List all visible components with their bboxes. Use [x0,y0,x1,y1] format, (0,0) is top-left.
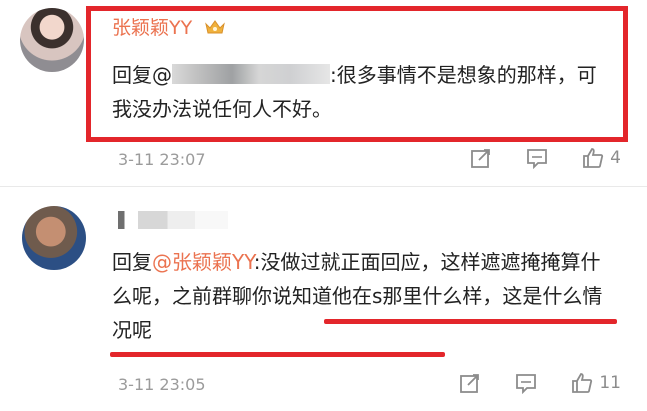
like-count: 11 [599,373,621,393]
mention-link[interactable]: @张颖颖YY [152,250,254,274]
underlined-text: 之前群聊你说知道他在s那里什么样，这是什么情况呢 [112,284,603,342]
comment-icon[interactable] [526,147,548,169]
share-icon[interactable] [470,147,492,169]
highlight-box [86,6,628,142]
avatar[interactable] [22,206,86,270]
like-icon[interactable] [571,372,593,394]
comment-actions: 4 [436,147,621,169]
comment-actions: 11 [425,372,621,394]
like-count: 4 [610,148,621,168]
highlight-underline [110,352,445,357]
comment-1: 张颖颖YY 回复@:很多事情不是想象的那样，可我没办法说任何人不好。 3-11 … [0,0,647,186]
timestamp: 3-11 23:05 [118,375,206,394]
comment-icon[interactable] [515,372,537,394]
comment-text: 回复@张颖颖YY:没做过就正面回应，这样遮遮掩掩算什么呢，之前群聊你说知道他在s… [112,245,612,347]
share-icon[interactable] [459,372,481,394]
comment-2: 回复@张颖颖YY:没做过就正面回应，这样遮遮掩掩算什么呢，之前群聊你说知道他在s… [0,186,647,411]
blurred-username [118,211,228,229]
highlight-underline [324,319,617,324]
timestamp: 3-11 23:07 [118,150,206,169]
like-icon[interactable] [582,147,604,169]
reply-prefix: 回复 [112,250,152,274]
avatar[interactable] [20,8,84,72]
